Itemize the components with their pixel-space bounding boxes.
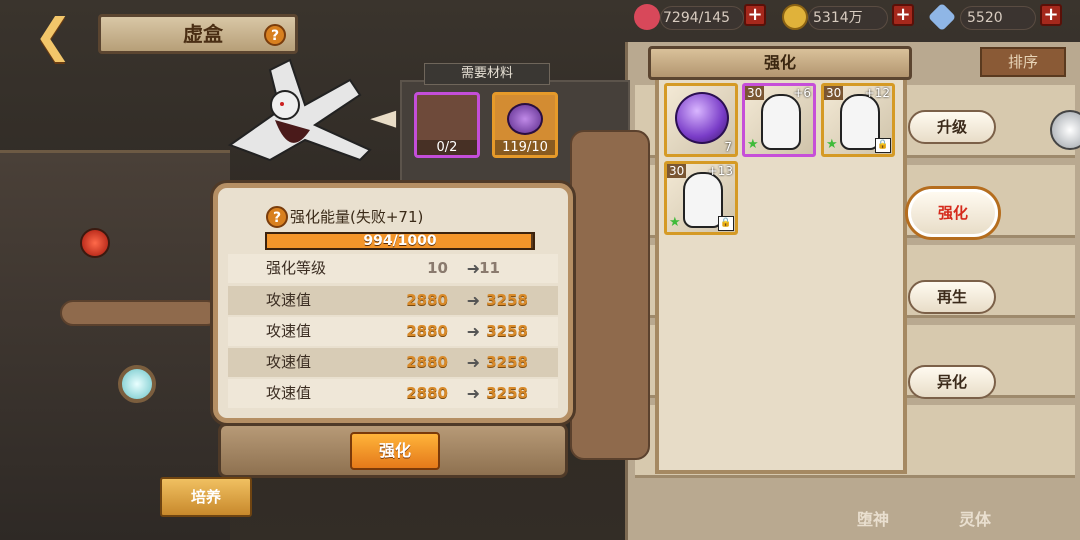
mask-face-icon (761, 94, 801, 150)
card-plus: +6 (793, 86, 811, 100)
stat-to-value: 3258 (486, 291, 528, 309)
material-card-mask[interactable]: 30 +6 ★ (742, 83, 816, 157)
stat-row: 攻速值 2880 ➜ 3258 (228, 317, 558, 346)
add-gold-button[interactable]: + (892, 4, 914, 26)
card-level: 30 (667, 164, 687, 178)
material-card-mask[interactable]: 30 +13 ★ 🔒 (664, 161, 738, 235)
strengthen-popup-title: 强化 (648, 46, 912, 80)
lock-icon: 🔒 (875, 138, 891, 153)
stat-to-value: 3258 (486, 322, 528, 340)
mask-face-icon (840, 94, 880, 150)
tab-fallen-god[interactable]: 堕神 (838, 505, 908, 535)
card-level: 30 (824, 86, 844, 100)
energy-help-icon[interactable]: ? (266, 206, 288, 228)
material-card-slime[interactable]: 7 (664, 83, 738, 157)
mask-face-icon (683, 172, 723, 228)
side-menu-regenerate[interactable]: 再生 (908, 280, 996, 314)
card-plus: +12 (864, 86, 890, 100)
back-arrow-icon: ❮ (33, 8, 73, 62)
energy-progress-text: 994/1000 (363, 233, 437, 249)
star-icon: ★ (669, 215, 681, 230)
stat-from-value: 2880 (406, 291, 448, 309)
purple-orb-icon (507, 103, 543, 135)
puppet-character-image (210, 50, 380, 170)
lever-knob-icon (80, 228, 110, 258)
stat-row: 攻速值 2880 ➜ 3258 (228, 379, 558, 408)
add-stamina-button[interactable]: + (744, 4, 766, 26)
stat-from-value: 2880 (406, 384, 448, 402)
material-card-mask[interactable]: 30 +12 ★ 🔒 (821, 83, 895, 157)
arrow-right-icon: ➜ (466, 259, 480, 278)
crystal-text: 5520 (967, 10, 1003, 26)
stamina-text: 7294/145 (663, 10, 731, 26)
side-menu-mutate[interactable]: 异化 (908, 365, 996, 399)
material-slot-empty[interactable]: 0/2 (414, 92, 480, 158)
arrow-right-icon: ➜ (466, 322, 480, 341)
stat-label: 攻速值 (266, 291, 312, 309)
slime-icon (675, 92, 729, 144)
arrow-right-icon: ➜ (466, 384, 480, 403)
crystal-value: 5520 (960, 6, 1036, 30)
stat-label: 攻速值 (266, 322, 312, 340)
arrow-right-icon: ➜ (466, 291, 480, 310)
add-crystal-button[interactable]: + (1040, 4, 1062, 26)
required-materials-header: 需要材料 (424, 63, 550, 85)
stat-row-level: 强化等级 10 ➜ 11 (228, 254, 558, 283)
star-icon: ★ (826, 137, 838, 152)
tab-spirit[interactable]: 灵体 (940, 505, 1010, 535)
card-level: 30 (745, 86, 765, 100)
material-slot-orb[interactable]: 119/10 (492, 92, 558, 158)
energy-label: 强化能量(失败+71) (290, 208, 424, 226)
coin-icon (782, 4, 808, 30)
gauge-orb-icon (118, 365, 156, 403)
background-pipe (570, 130, 650, 460)
stat-to-value: 3258 (486, 353, 528, 371)
star-icon: ★ (747, 137, 759, 152)
stat-from-value: 2880 (406, 322, 448, 340)
stat-row: 攻速值 2880 ➜ 3258 (228, 286, 558, 315)
arrow-right-icon: ➜ (466, 353, 480, 372)
side-menu-upgrade[interactable]: 升级 (908, 110, 996, 144)
heart-icon (634, 4, 660, 30)
material-count: 0/2 (417, 140, 477, 155)
stat-row: 攻速值 2880 ➜ 3258 (228, 348, 558, 377)
stat-to-value: 3258 (486, 384, 528, 402)
energy-progress-bar: 994/1000 (265, 232, 535, 250)
back-button[interactable]: ❮ (24, 12, 82, 62)
help-icon[interactable]: ? (264, 24, 286, 46)
cultivate-button[interactable]: 培养 (160, 477, 252, 517)
gold-value: 5314万 (808, 6, 888, 30)
side-menu-strengthen[interactable]: 强化 (908, 189, 998, 237)
background-pipe (60, 300, 220, 326)
sort-button[interactable]: 排序 (980, 47, 1066, 77)
gold-text: 5314万 (813, 10, 863, 26)
stat-from-value: 2880 (406, 353, 448, 371)
lock-icon: 🔒 (718, 216, 734, 231)
stat-label: 强化等级 (266, 259, 327, 277)
stat-to-value: 11 (479, 259, 500, 277)
card-count: 7 (724, 140, 732, 154)
page-title-text: 虚盒 (183, 22, 223, 46)
stamina-value: 7294/145 (660, 6, 744, 30)
material-count: 119/10 (495, 140, 555, 155)
direction-arrow-icon: ◄ (370, 97, 397, 137)
stat-label: 攻速值 (266, 384, 312, 402)
stat-from-value: 10 (427, 259, 448, 277)
card-plus: +13 (707, 164, 733, 178)
required-materials-label: 需要材料 (460, 66, 513, 81)
strengthen-button[interactable]: 强化 (350, 432, 440, 470)
stat-label: 攻速值 (266, 353, 312, 371)
